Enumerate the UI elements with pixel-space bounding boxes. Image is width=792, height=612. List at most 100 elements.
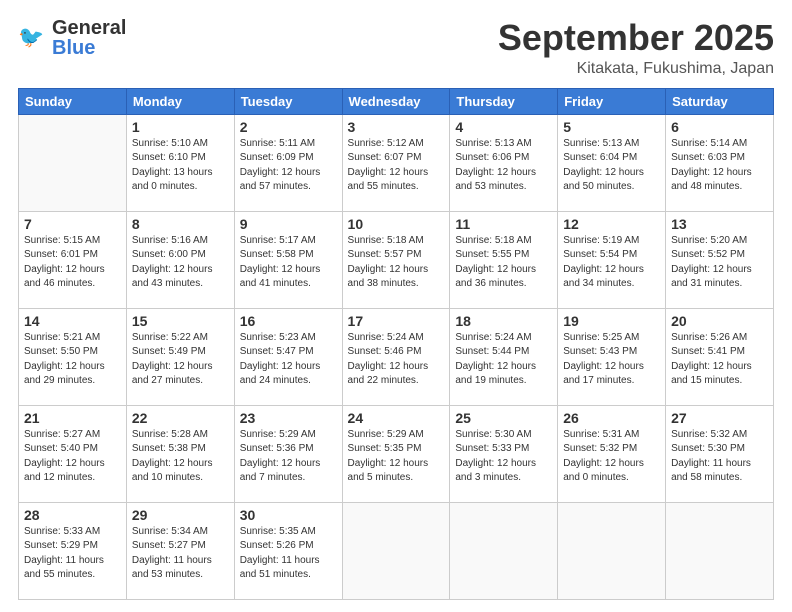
calendar-cell: 9 Sunrise: 5:17 AMSunset: 5:58 PMDaylight… (234, 211, 342, 308)
calendar-cell: 15Sunrise: 5:22 AMSunset: 5:49 PMDayligh… (126, 308, 234, 405)
calendar-cell: 17Sunrise: 5:24 AMSunset: 5:46 PMDayligh… (342, 308, 450, 405)
day-number: 22 (132, 410, 229, 426)
day-info: Sunrise: 5:17 AMSunset: 5:58 PMDaylight:… (240, 234, 337, 292)
logo-blue-text: Blue (52, 38, 126, 58)
day-info: Sunrise: 5:12 AMSunset: 6:07 PMDaylight:… (348, 137, 445, 195)
day-info: Sunrise: 5:16 AMSunset: 6:00 PMDaylight:… (132, 234, 229, 292)
calendar-header-row: SundayMondayTuesdayWednesdayThursdayFrid… (19, 88, 774, 114)
calendar-cell: 28Sunrise: 5:33 AMSunset: 5:29 PMDayligh… (19, 502, 127, 599)
calendar-week-row: 21Sunrise: 5:27 AMSunset: 5:40 PMDayligh… (19, 405, 774, 502)
weekday-header: Tuesday (234, 88, 342, 114)
day-number: 6 (671, 119, 768, 135)
day-info: Sunrise: 5:35 AMSunset: 5:26 PMDaylight:… (240, 525, 337, 583)
day-info: Sunrise: 5:18 AMSunset: 5:57 PMDaylight:… (348, 234, 445, 292)
calendar-page: 🐦 General Blue September 2025 Kitakata, … (0, 0, 792, 612)
day-info: Sunrise: 5:15 AMSunset: 6:01 PMDaylight:… (24, 234, 121, 292)
day-number: 17 (348, 313, 445, 329)
day-number: 29 (132, 507, 229, 523)
day-number: 5 (563, 119, 660, 135)
day-info: Sunrise: 5:26 AMSunset: 5:41 PMDaylight:… (671, 331, 768, 389)
day-number: 27 (671, 410, 768, 426)
logo: 🐦 General Blue (18, 18, 126, 58)
day-info: Sunrise: 5:29 AMSunset: 5:35 PMDaylight:… (348, 428, 445, 486)
day-info: Sunrise: 5:32 AMSunset: 5:30 PMDaylight:… (671, 428, 768, 486)
day-number: 3 (348, 119, 445, 135)
day-number: 26 (563, 410, 660, 426)
calendar-table: SundayMondayTuesdayWednesdayThursdayFrid… (18, 88, 774, 600)
day-info: Sunrise: 5:21 AMSunset: 5:50 PMDaylight:… (24, 331, 121, 389)
day-info: Sunrise: 5:31 AMSunset: 5:32 PMDaylight:… (563, 428, 660, 486)
calendar-cell: 7 Sunrise: 5:15 AMSunset: 6:01 PMDaylight… (19, 211, 127, 308)
day-info: Sunrise: 5:14 AMSunset: 6:03 PMDaylight:… (671, 137, 768, 195)
day-number: 28 (24, 507, 121, 523)
day-number: 4 (455, 119, 552, 135)
day-number: 9 (240, 216, 337, 232)
calendar-cell: 14 Sunrise: 5:21 AMSunset: 5:50 PMDayligh… (19, 308, 127, 405)
day-number: 14 (24, 313, 121, 329)
header: 🐦 General Blue September 2025 Kitakata, … (18, 18, 774, 78)
day-number: 8 (132, 216, 229, 232)
calendar-week-row: 7 Sunrise: 5:15 AMSunset: 6:01 PMDaylight… (19, 211, 774, 308)
day-number: 11 (455, 216, 552, 232)
logo-name: General Blue (52, 18, 126, 58)
day-info: Sunrise: 5:25 AMSunset: 5:43 PMDaylight:… (563, 331, 660, 389)
weekday-header: Saturday (666, 88, 774, 114)
title-block: September 2025 Kitakata, Fukushima, Japa… (498, 18, 774, 78)
calendar-cell: 23Sunrise: 5:29 AMSunset: 5:36 PMDayligh… (234, 405, 342, 502)
calendar-cell: 1 Sunrise: 5:10 AMSunset: 6:10 PMDaylight… (126, 114, 234, 211)
day-number: 23 (240, 410, 337, 426)
calendar-cell: 12 Sunrise: 5:19 AMSunset: 5:54 PMDayligh… (558, 211, 666, 308)
day-number: 19 (563, 313, 660, 329)
day-info: Sunrise: 5:24 AMSunset: 5:44 PMDaylight:… (455, 331, 552, 389)
calendar-cell: 2Sunrise: 5:11 AMSunset: 6:09 PMDaylight… (234, 114, 342, 211)
calendar-cell: 6 Sunrise: 5:14 AMSunset: 6:03 PMDaylight… (666, 114, 774, 211)
day-info: Sunrise: 5:19 AMSunset: 5:54 PMDaylight:… (563, 234, 660, 292)
calendar-cell: 21Sunrise: 5:27 AMSunset: 5:40 PMDayligh… (19, 405, 127, 502)
day-number: 24 (348, 410, 445, 426)
day-info: Sunrise: 5:27 AMSunset: 5:40 PMDaylight:… (24, 428, 121, 486)
day-info: Sunrise: 5:10 AMSunset: 6:10 PMDaylight:… (132, 137, 229, 195)
calendar-cell (666, 502, 774, 599)
calendar-cell: 19 Sunrise: 5:25 AMSunset: 5:43 PMDayligh… (558, 308, 666, 405)
day-info: Sunrise: 5:28 AMSunset: 5:38 PMDaylight:… (132, 428, 229, 486)
calendar-cell: 30 Sunrise: 5:35 AMSunset: 5:26 PMDayligh… (234, 502, 342, 599)
weekday-header: Monday (126, 88, 234, 114)
calendar-cell: 18Sunrise: 5:24 AMSunset: 5:44 PMDayligh… (450, 308, 558, 405)
calendar-week-row: 1 Sunrise: 5:10 AMSunset: 6:10 PMDaylight… (19, 114, 774, 211)
calendar-cell: 4Sunrise: 5:13 AMSunset: 6:06 PMDaylight… (450, 114, 558, 211)
calendar-cell (558, 502, 666, 599)
day-number: 12 (563, 216, 660, 232)
calendar-cell: 11 Sunrise: 5:18 AMSunset: 5:55 PMDayligh… (450, 211, 558, 308)
calendar-cell: 13Sunrise: 5:20 AMSunset: 5:52 PMDayligh… (666, 211, 774, 308)
calendar-cell: 24 Sunrise: 5:29 AMSunset: 5:35 PMDayligh… (342, 405, 450, 502)
calendar-cell: 3 Sunrise: 5:12 AMSunset: 6:07 PMDaylight… (342, 114, 450, 211)
svg-text:🐦: 🐦 (18, 26, 44, 49)
calendar-cell: 27 Sunrise: 5:32 AMSunset: 5:30 PMDayligh… (666, 405, 774, 502)
weekday-header: Wednesday (342, 88, 450, 114)
day-info: Sunrise: 5:23 AMSunset: 5:47 PMDaylight:… (240, 331, 337, 389)
calendar-cell: 16 Sunrise: 5:23 AMSunset: 5:47 PMDayligh… (234, 308, 342, 405)
day-number: 16 (240, 313, 337, 329)
calendar-cell: 8 Sunrise: 5:16 AMSunset: 6:00 PMDaylight… (126, 211, 234, 308)
calendar-cell: 26 Sunrise: 5:31 AMSunset: 5:32 PMDayligh… (558, 405, 666, 502)
day-number: 7 (24, 216, 121, 232)
calendar-cell: 20Sunrise: 5:26 AMSunset: 5:41 PMDayligh… (666, 308, 774, 405)
day-info: Sunrise: 5:18 AMSunset: 5:55 PMDaylight:… (455, 234, 552, 292)
weekday-header: Thursday (450, 88, 558, 114)
day-number: 10 (348, 216, 445, 232)
weekday-header: Sunday (19, 88, 127, 114)
day-number: 25 (455, 410, 552, 426)
day-number: 1 (132, 119, 229, 135)
calendar-cell: 22 Sunrise: 5:28 AMSunset: 5:38 PMDayligh… (126, 405, 234, 502)
day-info: Sunrise: 5:20 AMSunset: 5:52 PMDaylight:… (671, 234, 768, 292)
day-info: Sunrise: 5:13 AMSunset: 6:04 PMDaylight:… (563, 137, 660, 195)
calendar-cell (342, 502, 450, 599)
calendar-cell: 25Sunrise: 5:30 AMSunset: 5:33 PMDayligh… (450, 405, 558, 502)
calendar-cell: 5 Sunrise: 5:13 AMSunset: 6:04 PMDaylight… (558, 114, 666, 211)
logo-general-text: General (52, 18, 126, 38)
day-number: 2 (240, 119, 337, 135)
day-number: 30 (240, 507, 337, 523)
weekday-header: Friday (558, 88, 666, 114)
logo-bird-icon: 🐦 (18, 23, 48, 53)
calendar-cell: 10 Sunrise: 5:18 AMSunset: 5:57 PMDayligh… (342, 211, 450, 308)
